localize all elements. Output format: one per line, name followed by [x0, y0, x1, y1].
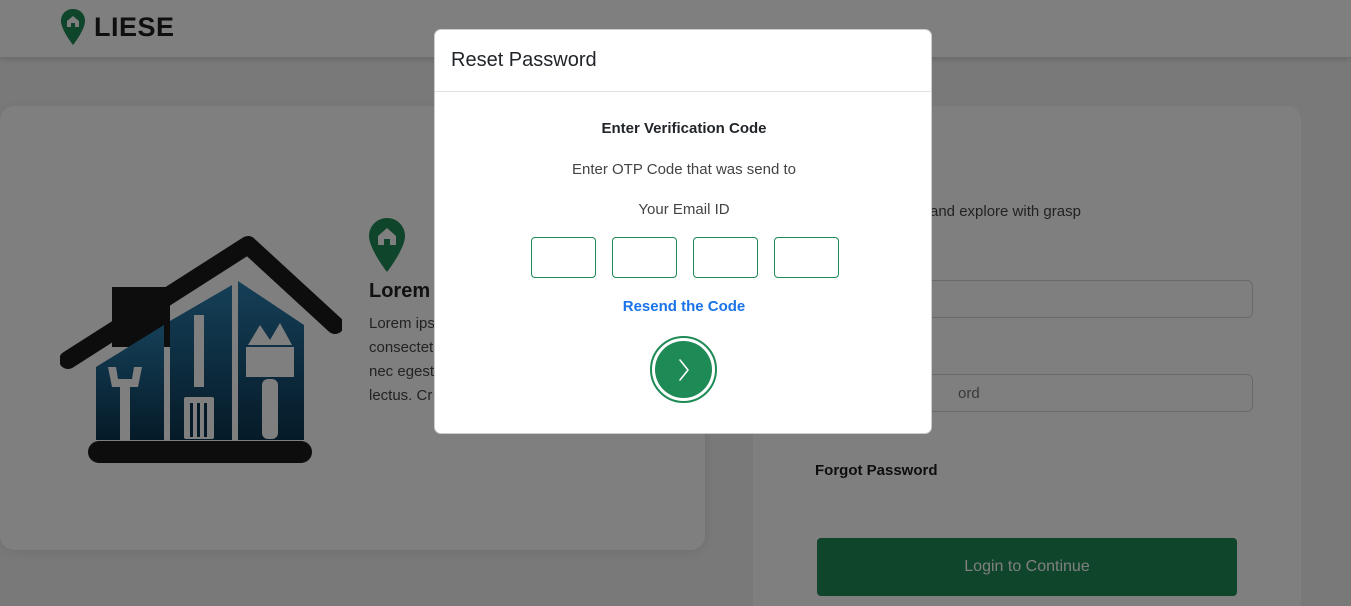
verification-heading: Enter Verification Code [601, 120, 767, 137]
chevron-right-icon [678, 358, 689, 381]
reset-password-modal: Reset Password Enter Verification Code E… [434, 29, 932, 434]
otp-inputs [531, 237, 839, 278]
modal-title: Reset Password [451, 49, 597, 71]
otp-digit-2[interactable] [612, 237, 677, 278]
otp-digit-1[interactable] [531, 237, 596, 278]
resend-code-link[interactable]: Resend the Code [435, 298, 933, 315]
verify-next-button-inner [655, 341, 712, 398]
verify-next-button[interactable] [650, 336, 717, 403]
otp-digit-4[interactable] [774, 237, 839, 278]
otp-instruction: Enter OTP Code that was send to [571, 161, 796, 178]
otp-digit-3[interactable] [693, 237, 758, 278]
otp-instruction-email: Your Email ID [638, 201, 730, 218]
modal-header: Reset Password [435, 30, 931, 92]
